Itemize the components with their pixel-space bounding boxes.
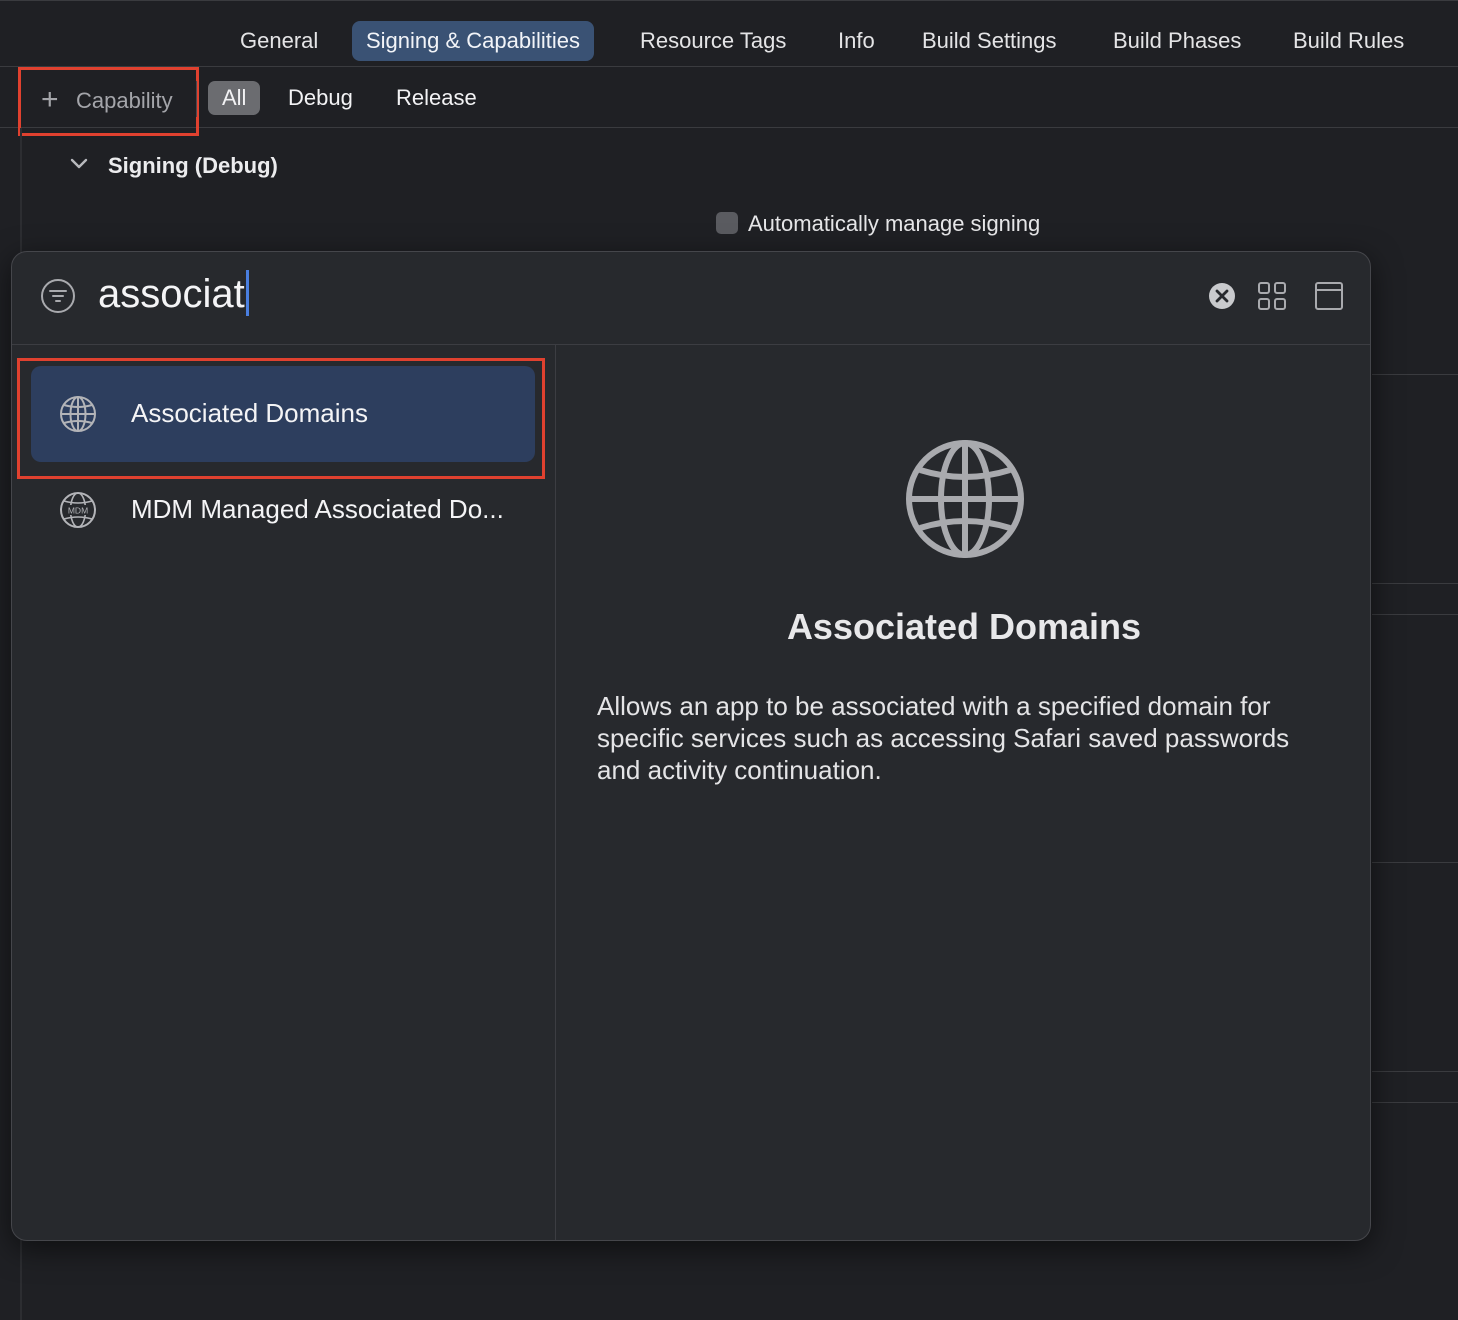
editor-tab-bar: General Signing & Capabilities Resource … xyxy=(0,0,1458,67)
highlight-annotation xyxy=(17,358,545,479)
globe-icon xyxy=(906,440,1024,558)
search-query: associat xyxy=(98,272,245,316)
tab-general[interactable]: General xyxy=(226,21,332,61)
filter-icon[interactable] xyxy=(40,278,76,314)
library-search-row: associat xyxy=(12,252,1370,345)
clear-search-icon[interactable] xyxy=(1208,282,1236,310)
segment-debug[interactable]: Debug xyxy=(274,81,367,115)
chevron-down-icon[interactable] xyxy=(68,152,90,174)
tab-build-rules[interactable]: Build Rules xyxy=(1279,21,1418,61)
divider xyxy=(196,81,197,117)
capability-filter-bar: + Capability All Debug Release xyxy=(0,67,1458,136)
add-capability-label: Capability xyxy=(76,88,173,113)
tab-build-settings[interactable]: Build Settings xyxy=(908,21,1071,61)
detail-description: Allows an app to be associated with a sp… xyxy=(597,691,1290,785)
auto-manage-signing-label: Automatically manage signing xyxy=(748,211,1041,236)
list-item-mdm-associated-domains[interactable]: MDM MDM Managed Associated Do... xyxy=(31,462,535,558)
tab-info[interactable]: Info xyxy=(824,21,889,61)
detail-pane-toggle-icon[interactable] xyxy=(1313,280,1345,312)
text-cursor xyxy=(245,270,249,317)
detail-title: Associated Domains xyxy=(786,606,1142,647)
library-search-input[interactable]: associat xyxy=(98,270,249,319)
segment-all[interactable]: All xyxy=(208,81,261,115)
capabilities-library-popover: associat Associated Domains MDM MDM Mana… xyxy=(11,251,1371,1241)
add-capability-button[interactable]: + Capability xyxy=(18,67,199,136)
tab-build-phases[interactable]: Build Phases xyxy=(1099,21,1255,61)
mdm-globe-icon: MDM xyxy=(60,492,96,528)
tab-signing-capabilities[interactable]: Signing & Capabilities xyxy=(352,21,595,61)
segment-release[interactable]: Release xyxy=(382,81,491,115)
capability-results-list: Associated Domains MDM MDM Managed Assoc… xyxy=(12,344,556,1240)
tab-resource-tags[interactable]: Resource Tags xyxy=(626,21,800,61)
capability-name: MDM Managed Associated Do... xyxy=(131,494,504,524)
grid-view-icon[interactable] xyxy=(1257,281,1287,311)
svg-text:MDM: MDM xyxy=(68,506,88,516)
capability-detail-pane: Associated Domains Allows an app to be a… xyxy=(556,344,1370,1240)
auto-manage-signing-checkbox[interactable] xyxy=(716,212,738,234)
signing-section-title: Signing (Debug) xyxy=(108,153,278,178)
plus-icon: + xyxy=(41,83,59,116)
